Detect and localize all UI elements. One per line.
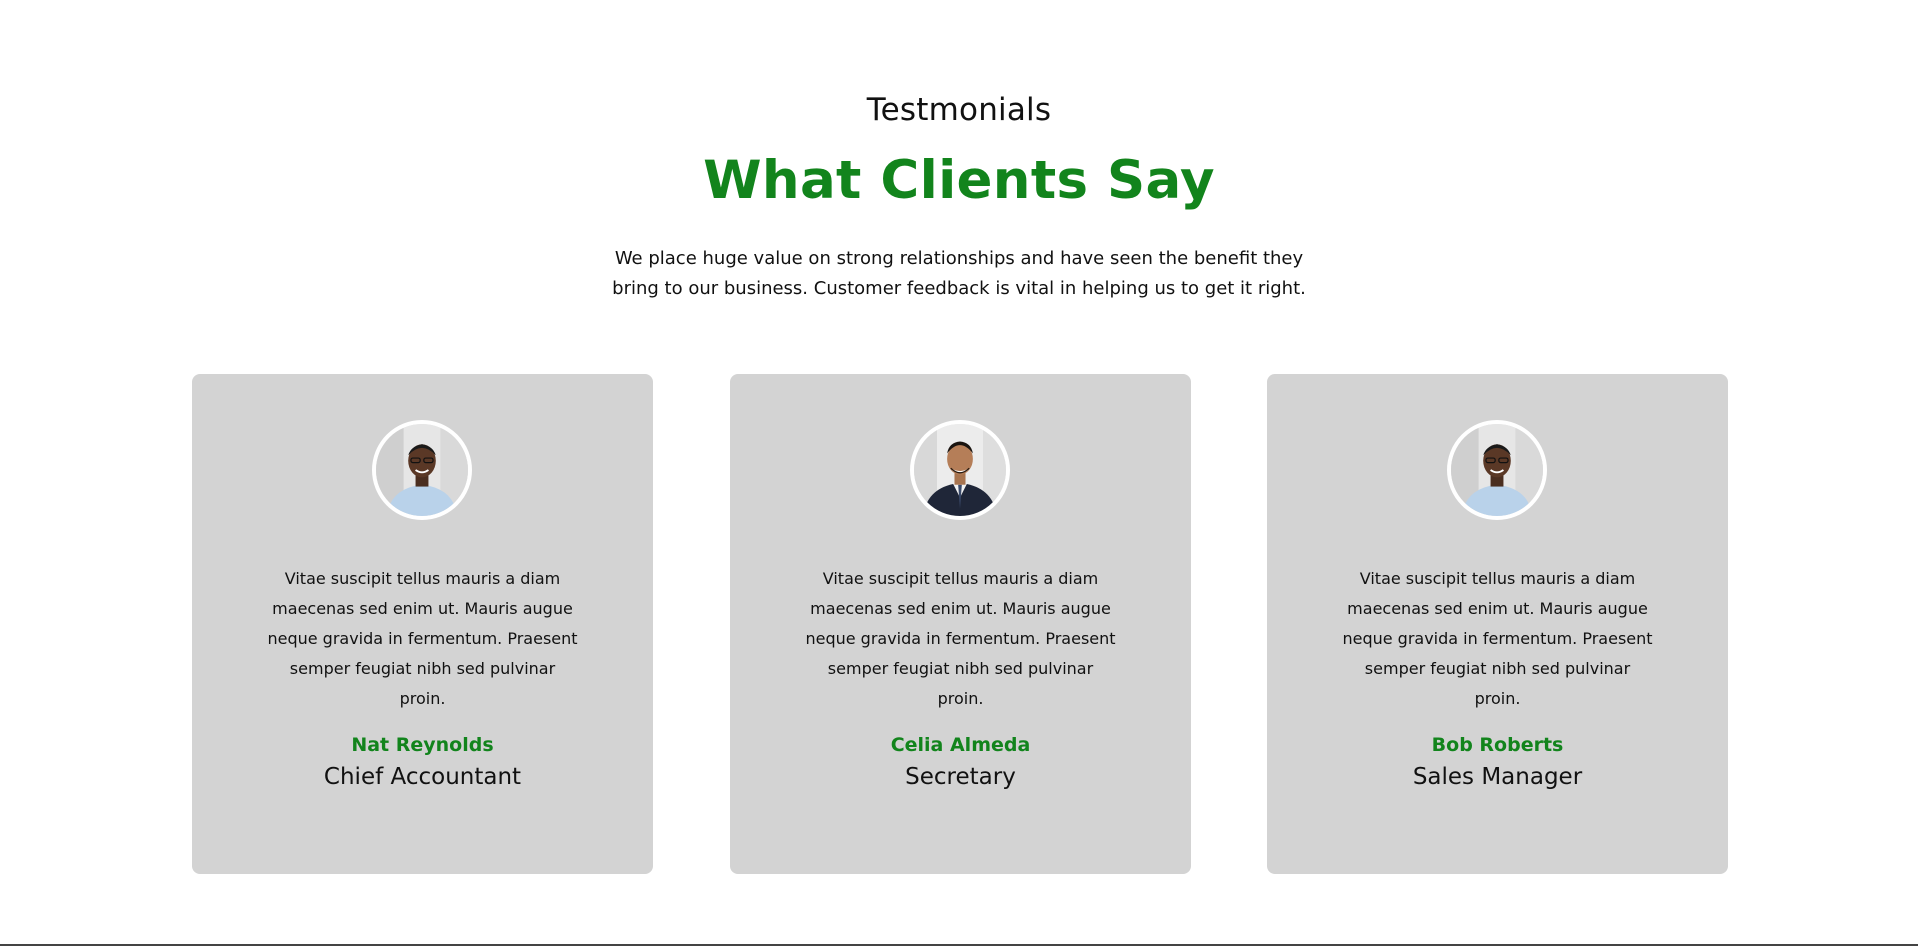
- client-name: Celia Almeda: [890, 734, 1031, 756]
- testimonial-card: Vitae suscipit tellus mauris a diam maec…: [1267, 374, 1728, 874]
- quote-line: proin.: [937, 689, 984, 708]
- testimonials-section: Testmonials What Clients Say We place hu…: [0, 0, 1918, 946]
- quote-line: proin.: [399, 689, 446, 708]
- client-role: Chief Accountant: [323, 764, 522, 790]
- person-photo-icon: [1451, 424, 1543, 516]
- avatar: [1447, 420, 1547, 520]
- quote-line: neque gravida in fermentum. Praesent: [805, 629, 1116, 648]
- testimonial-quote: Vitae suscipit tellus mauris a diam maec…: [1332, 564, 1663, 714]
- client-role: Sales Manager: [1412, 764, 1583, 790]
- quote-line: neque gravida in fermentum. Praesent: [1342, 629, 1653, 648]
- intro-line: We place huge value on strong relationsh…: [614, 248, 1304, 269]
- testimonial-cards: Vitae suscipit tellus mauris a diam maec…: [192, 374, 1728, 874]
- section-intro: We place huge value on strong relationsh…: [0, 244, 1918, 304]
- client-role: Secretary: [905, 764, 1016, 790]
- section-eyebrow: Testmonials: [866, 92, 1052, 128]
- avatar: [372, 420, 472, 520]
- avatar: [910, 420, 1010, 520]
- quote-line: semper feugiat nibh sed pulvinar: [289, 659, 556, 678]
- quote-line: maecenas sed enim ut. Mauris augue: [272, 599, 573, 618]
- client-name: Nat Reynolds: [351, 734, 494, 756]
- section-headline: What Clients Say: [703, 150, 1215, 211]
- quote-line: proin.: [1474, 689, 1521, 708]
- quote-line: Vitae suscipit tellus mauris a diam: [284, 569, 561, 588]
- person-photo-icon: [914, 424, 1006, 516]
- quote-line: neque gravida in fermentum. Praesent: [267, 629, 578, 648]
- testimonial-quote: Vitae suscipit tellus mauris a diam maec…: [795, 564, 1126, 714]
- quote-line: semper feugiat nibh sed pulvinar: [827, 659, 1094, 678]
- testimonial-card: Vitae suscipit tellus mauris a diam maec…: [192, 374, 653, 874]
- quote-line: maecenas sed enim ut. Mauris augue: [810, 599, 1111, 618]
- testimonial-quote: Vitae suscipit tellus mauris a diam maec…: [257, 564, 588, 714]
- client-name: Bob Roberts: [1431, 734, 1564, 756]
- quote-line: maecenas sed enim ut. Mauris augue: [1347, 599, 1648, 618]
- testimonial-card: Vitae suscipit tellus mauris a diam maec…: [730, 374, 1191, 874]
- intro-line: bring to our business. Customer feedback…: [612, 278, 1306, 299]
- person-photo-icon: [376, 424, 468, 516]
- quote-line: Vitae suscipit tellus mauris a diam: [1359, 569, 1636, 588]
- quote-line: semper feugiat nibh sed pulvinar: [1364, 659, 1631, 678]
- quote-line: Vitae suscipit tellus mauris a diam: [822, 569, 1099, 588]
